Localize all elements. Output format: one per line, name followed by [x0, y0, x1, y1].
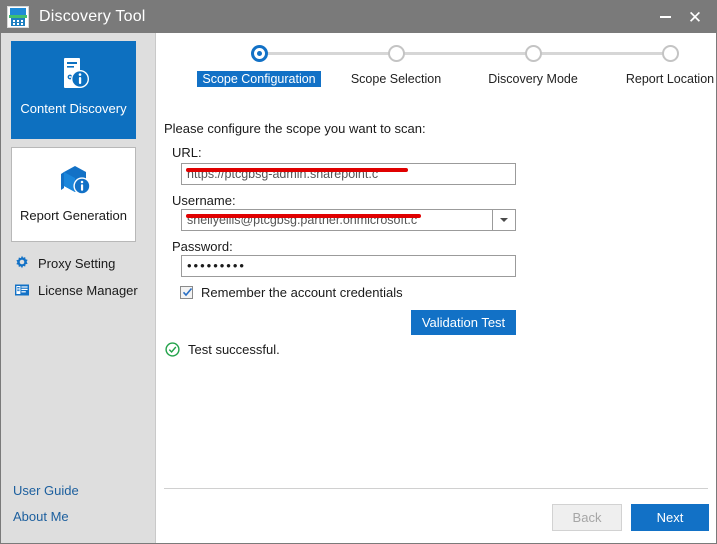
username-input[interactable]: shellyellis@ptcgbsg.partner.onmicrosoft.…	[181, 209, 516, 231]
sidebar-item-proxy-setting[interactable]: Proxy Setting	[13, 254, 115, 272]
sidebar-tile-content-discovery[interactable]: Content Discovery	[11, 41, 136, 139]
validation-status-text: Test successful.	[188, 341, 280, 357]
remember-credentials-label: Remember the account credentials	[201, 285, 403, 300]
footer-divider	[164, 488, 708, 489]
validation-status: Test successful.	[164, 341, 280, 357]
step-indicator-icon	[250, 45, 268, 62]
close-icon[interactable]: ✕	[680, 1, 710, 35]
url-label: URL:	[172, 145, 202, 160]
server-info-icon	[11, 41, 136, 99]
stepper-step-discovery-mode[interactable]: Discovery Mode	[463, 45, 603, 88]
user-guide-link[interactable]: User Guide	[13, 483, 79, 498]
box-info-icon	[12, 148, 135, 206]
title-bar: Discovery Tool ✕	[1, 1, 716, 33]
validation-test-button[interactable]: Validation Test	[411, 310, 516, 335]
step-label: Discovery Mode	[488, 72, 578, 86]
next-button[interactable]: Next	[631, 504, 709, 531]
sidebar-item-label: Proxy Setting	[38, 255, 116, 271]
step-indicator-icon	[661, 45, 679, 62]
sidebar-tile-report-generation[interactable]: Report Generation	[11, 147, 136, 242]
back-button[interactable]: Back	[552, 504, 622, 531]
sidebar-item-label: License Manager	[38, 282, 138, 298]
chevron-down-icon[interactable]	[492, 210, 515, 230]
url-redaction-bar	[186, 168, 408, 172]
success-check-icon	[164, 341, 180, 357]
window-controls: ✕	[650, 1, 716, 33]
username-redaction-bar	[186, 214, 421, 218]
password-input[interactable]: •••••••••	[181, 255, 516, 277]
intro-text: Please configure the scope you want to s…	[164, 121, 426, 136]
wizard-stepper: Scope Configuration Scope Selection Disc…	[156, 45, 716, 105]
sidebar-tile-label: Content Discovery	[20, 101, 127, 116]
remember-credentials-row[interactable]: Remember the account credentials	[180, 285, 403, 300]
window-title: Discovery Tool	[39, 8, 146, 25]
gear-icon	[13, 254, 31, 272]
password-label: Password:	[172, 239, 233, 254]
stepper-step-report-location[interactable]: Report Location	[600, 45, 716, 88]
server-app-icon	[7, 6, 29, 28]
step-indicator-icon	[387, 45, 405, 62]
license-card-icon	[13, 281, 31, 299]
url-input[interactable]: https://ptcgbsg-admin.sharepoint.c	[181, 163, 516, 185]
main-panel: Scope Configuration Scope Selection Disc…	[156, 33, 716, 543]
step-label: Report Location	[625, 72, 715, 86]
username-label: Username:	[172, 193, 236, 208]
sidebar: Content Discovery Report Generation Prox…	[1, 33, 155, 543]
step-label: Scope Configuration	[197, 71, 321, 87]
sidebar-tile-label: Report Generation	[20, 208, 127, 223]
sidebar-item-license-manager[interactable]: License Manager	[13, 281, 138, 299]
password-value: •••••••••	[187, 258, 246, 273]
step-indicator-icon	[524, 45, 542, 62]
app-window: Discovery Tool ✕ Content Discovery Repor…	[0, 0, 717, 544]
step-label: Scope Selection	[350, 72, 442, 86]
about-me-link[interactable]: About Me	[13, 509, 69, 524]
remember-credentials-checkbox[interactable]	[180, 286, 193, 299]
stepper-step-scope-configuration[interactable]: Scope Configuration	[189, 45, 329, 88]
stepper-step-scope-selection[interactable]: Scope Selection	[326, 45, 466, 88]
minimize-icon[interactable]	[650, 1, 680, 33]
